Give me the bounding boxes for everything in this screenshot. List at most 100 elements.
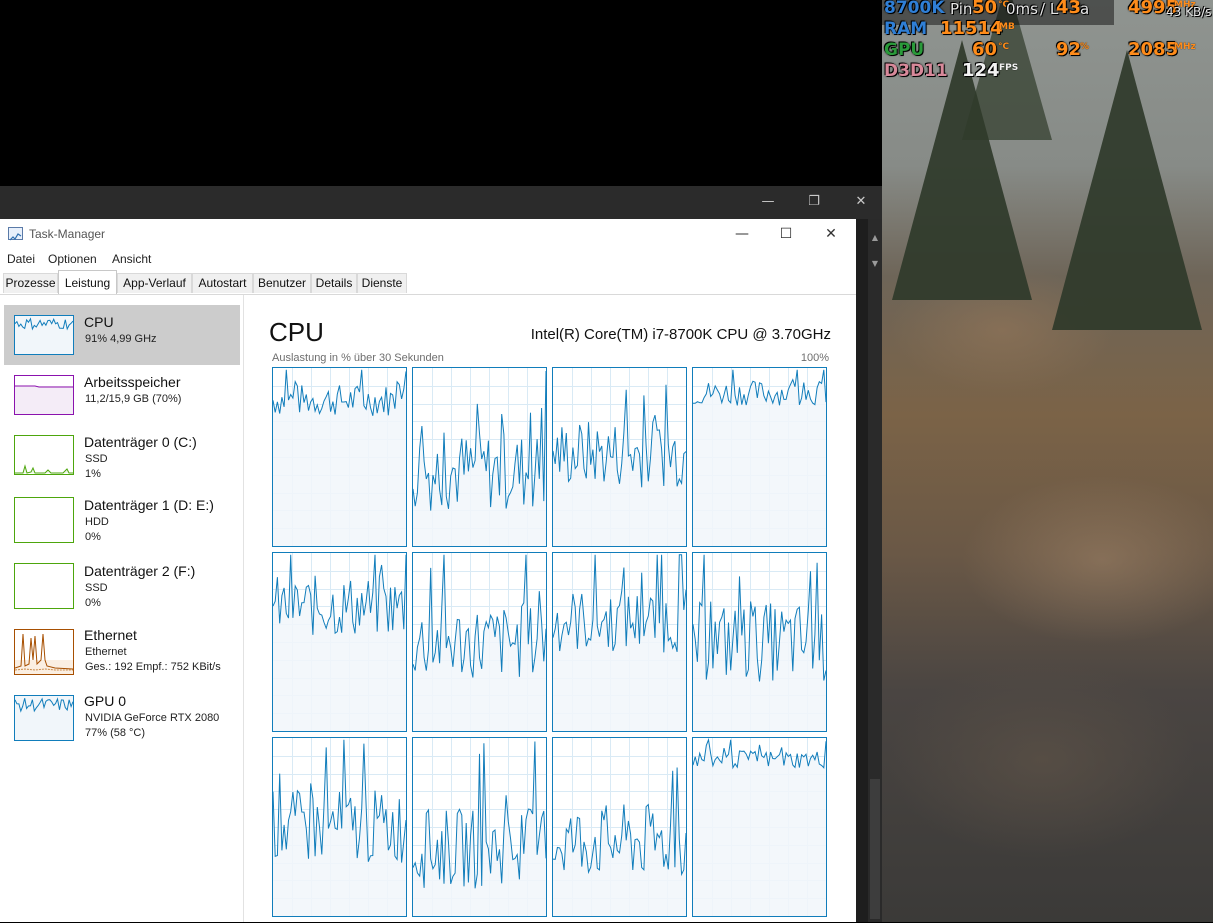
sidebar-item-gpu-0[interactable]: GPU 0 NVIDIA GeForce RTX 2080 77% (58 °C… <box>4 689 240 749</box>
usage-graph-max: 100% <box>800 352 829 364</box>
sidebar-item-cpu[interactable]: CPU 91% 4,99 GHz <box>4 305 240 365</box>
scrollbar-thumb[interactable] <box>870 779 880 919</box>
menu-view[interactable]: Ansicht <box>112 252 151 266</box>
sidebar-item-disk-0[interactable]: Datenträger 0 (C:) SSD 1% <box>4 425 240 485</box>
core-graph <box>412 552 547 732</box>
tab-performance[interactable]: Leistung <box>58 270 117 294</box>
sidebar-item-label: CPU <box>84 314 114 330</box>
osd-ram-value: 11514 <box>940 18 1003 39</box>
task-manager-app-icon <box>8 227 23 241</box>
osd-gpu-clock: 2085 <box>1128 39 1179 60</box>
osd-fps-value: 124 <box>962 60 1000 81</box>
sidebar-item-label: GPU 0 <box>84 693 127 709</box>
sidebar-item-label: Ethernet <box>84 627 137 643</box>
osd-ping-ms: 0ms <box>1006 0 1038 18</box>
resource-sidebar: CPU 91% 4,99 GHz Arbeitsspeicher 11,2/15… <box>0 295 244 922</box>
core-graph <box>412 737 547 917</box>
core-graph <box>272 367 407 547</box>
core-graph <box>692 552 827 732</box>
cpu-detail-panel: CPU Intel(R) Core(TM) i7-8700K CPU @ 3.7… <box>244 295 856 922</box>
osd-cpu-label: 8700K <box>884 0 945 18</box>
background-window-titlebar: — ❐ ✕ <box>0 186 882 219</box>
sidebar-item-disk-1[interactable]: Datenträger 1 (D: E:) HDD 0% <box>4 491 240 551</box>
core-graph <box>552 737 687 917</box>
scroll-down-icon[interactable]: ▼ <box>870 259 880 271</box>
gpu-mini-graph <box>14 695 74 741</box>
osd-fps-unit: FPS <box>999 63 1019 73</box>
osd-ram-unit: MB <box>999 22 1015 32</box>
game-background <box>882 0 1213 922</box>
task-manager-window: Task-Manager — ☐ ✕ Datei Optionen Ansich… <box>0 219 856 922</box>
osd-load-tail: a <box>1080 0 1090 18</box>
tab-startup[interactable]: Autostart <box>192 273 253 293</box>
osd-cpu-load: 43 <box>1056 0 1082 18</box>
sidebar-item-detail: SSD <box>85 453 108 465</box>
close-icon[interactable]: ✕ <box>853 194 869 210</box>
logical-processor-graphs <box>272 367 830 923</box>
scroll-up-icon[interactable]: ▲ <box>870 233 880 245</box>
sidebar-item-memory[interactable]: Arbeitsspeicher 11,2/15,9 GB (70%) <box>4 365 240 425</box>
title-bar[interactable]: Task-Manager — ☐ ✕ <box>0 219 856 249</box>
performance-overlay: 8700K Pin 50 °C 0ms / L 43 a 4995 MHz 43… <box>882 0 1213 84</box>
menu-options[interactable]: Optionen <box>48 252 97 266</box>
osd-gpu-load: 92 <box>1056 39 1082 60</box>
restore-icon[interactable]: ❐ <box>806 194 822 210</box>
tab-details[interactable]: Details <box>311 273 357 293</box>
memory-mini-graph <box>14 375 74 415</box>
tab-processes[interactable]: Prozesse <box>3 273 58 293</box>
page-title: CPU <box>269 317 324 347</box>
minimize-icon[interactable]: — <box>727 224 757 244</box>
disk-0-mini-graph <box>14 435 74 475</box>
menu-bar: Datei Optionen Ansicht <box>0 249 856 269</box>
tab-app-history[interactable]: App-Verlauf <box>117 273 192 293</box>
sidebar-item-label: Datenträger 1 (D: E:) <box>84 497 214 513</box>
core-graph <box>692 367 827 547</box>
osd-cpu-temp: 50 <box>972 0 998 18</box>
ethernet-mini-graph <box>14 629 74 675</box>
core-graph <box>552 552 687 732</box>
sidebar-item-detail: 91% 4,99 GHz <box>85 333 157 345</box>
osd-gpu-load-unit: % <box>1080 42 1090 52</box>
sidebar-item-label: Datenträger 0 (C:) <box>84 434 197 450</box>
sidebar-item-label: Arbeitsspeicher <box>84 374 181 390</box>
core-graph <box>692 737 827 917</box>
background-window-edge: ▲ ▼ <box>856 219 882 922</box>
sidebar-item-detail: HDD <box>85 516 109 528</box>
window-title: Task-Manager <box>29 227 106 241</box>
disk-2-mini-graph <box>14 563 74 609</box>
sidebar-item-detail: 0% <box>85 597 101 609</box>
osd-ram-label: RAM <box>884 19 928 39</box>
minimize-icon[interactable]: — <box>760 194 776 210</box>
core-graph <box>272 737 407 917</box>
sidebar-item-detail: 11,2/15,9 GB (70%) <box>85 393 182 405</box>
tab-bar: Prozesse Leistung App-Verlauf Autostart … <box>0 269 856 295</box>
sidebar-item-disk-2[interactable]: Datenträger 2 (F:) SSD 0% <box>4 557 240 617</box>
tab-users[interactable]: Benutzer <box>253 273 311 293</box>
maximize-icon[interactable]: ☐ <box>771 224 801 244</box>
sidebar-item-detail: SSD <box>85 582 108 594</box>
sidebar-item-detail: 77% (58 °C) <box>85 727 146 739</box>
core-graph <box>552 367 687 547</box>
black-backdrop <box>0 0 882 186</box>
sidebar-item-detail: 0% <box>85 531 101 543</box>
sidebar-item-detail: NVIDIA GeForce RTX 2080 <box>85 712 220 724</box>
sidebar-item-label: Datenträger 2 (F:) <box>84 563 196 579</box>
osd-network-speed: 43 KB/s <box>1166 5 1212 19</box>
osd-gpu-clock-unit: MHz <box>1174 42 1196 52</box>
core-graph <box>272 552 407 732</box>
tab-services[interactable]: Dienste <box>357 273 407 293</box>
sidebar-item-detail: Ethernet <box>85 646 127 658</box>
mini-usage-line <box>14 317 74 331</box>
mini-usage-line <box>14 697 74 713</box>
usage-graph-label: Auslastung in % über 30 Sekunden <box>272 352 444 364</box>
sidebar-item-detail: 1% <box>85 468 101 480</box>
sidebar-item-ethernet[interactable]: Ethernet Ethernet Ges.: 192 Empf.: 752 K… <box>4 623 240 683</box>
close-icon[interactable]: ✕ <box>816 224 846 244</box>
core-graph <box>412 367 547 547</box>
disk-1-mini-graph <box>14 497 74 543</box>
osd-ping-label: Pin <box>950 0 973 18</box>
osd-api-label: D3D11 <box>884 61 948 81</box>
menu-file[interactable]: Datei <box>7 252 35 266</box>
osd-gpu-temp: 60 <box>972 39 998 60</box>
sidebar-item-detail: Ges.: 192 Empf.: 752 KBit/s <box>85 661 221 673</box>
